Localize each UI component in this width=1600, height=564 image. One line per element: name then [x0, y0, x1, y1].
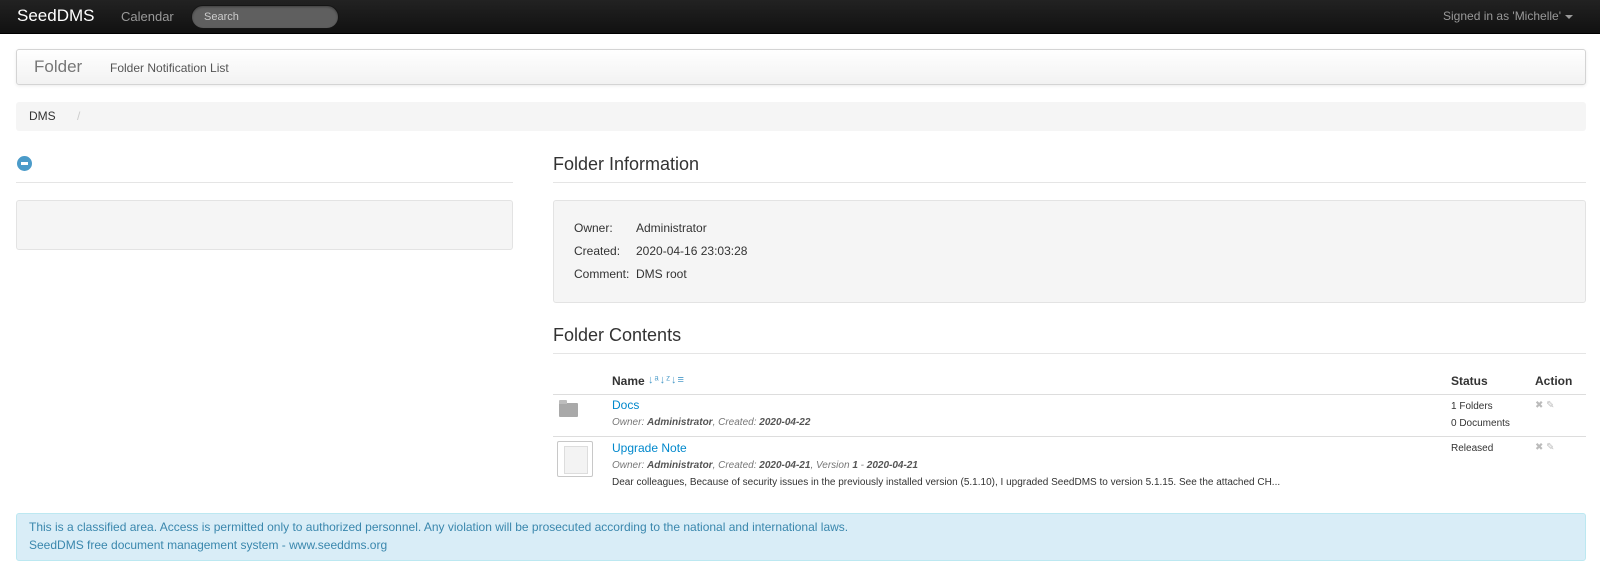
- item-meta: Owner: Administrator, Created: 2020-04-2…: [612, 417, 811, 428]
- signed-in-label: Signed in as 'Michelle': [1443, 9, 1561, 23]
- status-folders: 1 Folders: [1451, 401, 1493, 412]
- owner-label: Owner:: [574, 221, 613, 235]
- divider: [553, 182, 1586, 183]
- column-header-status: Status: [1451, 374, 1488, 388]
- top-navbar: SeedDMS Calendar Search Signed in as 'Mi…: [0, 0, 1600, 34]
- edit-icon[interactable]: ✎: [1546, 400, 1554, 411]
- search-input[interactable]: Search: [191, 5, 339, 29]
- document-comment: Dear colleagues, Because of security iss…: [612, 477, 1281, 488]
- comment-value: DMS root: [636, 267, 687, 281]
- page-title: Folder: [34, 57, 83, 76]
- created-value: 2020-04-16 23:03:28: [636, 244, 748, 258]
- folder-information-panel: Owner: Administrator Created: 2020-04-16…: [553, 200, 1586, 303]
- sort-order-icon[interactable]: ↓≡: [671, 374, 685, 386]
- row-actions: ✖ ✎: [1535, 400, 1555, 411]
- breadcrumb-separator: /: [77, 109, 81, 123]
- calendar-link[interactable]: Calendar: [121, 9, 174, 24]
- status-released: Released: [1451, 443, 1494, 454]
- caret-down-icon: [1565, 14, 1573, 19]
- document-thumbnail-icon[interactable]: [557, 441, 593, 477]
- owner-link[interactable]: Administrator: [636, 221, 707, 235]
- folder-information-title: Folder Information: [553, 154, 700, 174]
- brand-link[interactable]: SeedDMS: [17, 6, 94, 26]
- divider: [16, 182, 513, 183]
- column-header-name: Name: [612, 374, 645, 388]
- sort-controls: ↓ᵃ↓ᶻ↓≡: [648, 374, 685, 386]
- document-link-upgrade-note[interactable]: Upgrade Note: [612, 441, 687, 455]
- row-divider: [553, 394, 1586, 395]
- folder-contents-title: Folder Contents: [553, 325, 682, 345]
- sort-alpha-desc-icon[interactable]: ↓ᶻ: [660, 374, 671, 386]
- folder-notification-list-link[interactable]: Folder Notification List: [110, 61, 229, 75]
- breadcrumb: DMS /: [16, 102, 1586, 131]
- divider: [553, 353, 1586, 354]
- footer-notice: This is a classified area. Access is per…: [16, 513, 1586, 561]
- status-documents: 0 Documents: [1451, 418, 1510, 429]
- user-menu[interactable]: Signed in as 'Michelle': [1443, 9, 1573, 23]
- folder-icon[interactable]: [559, 400, 578, 417]
- comment-label: Comment:: [574, 267, 630, 281]
- created-label: Created:: [574, 244, 621, 258]
- delete-icon[interactable]: ✖: [1535, 400, 1543, 411]
- row-divider: [553, 436, 1586, 437]
- page-header: Folder Folder Notification List: [16, 49, 1586, 85]
- collapse-tree-icon[interactable]: [17, 156, 32, 171]
- folder-tree-panel: [16, 200, 513, 250]
- item-meta: Owner: Administrator, Created: 2020-04-2…: [612, 460, 918, 471]
- delete-icon[interactable]: ✖: [1535, 442, 1543, 453]
- footer-notice-text: This is a classified area. Access is per…: [29, 520, 849, 534]
- edit-icon[interactable]: ✎: [1546, 442, 1554, 453]
- breadcrumb-item-dms[interactable]: DMS: [29, 109, 56, 123]
- column-header-action: Action: [1535, 374, 1573, 388]
- folder-link-docs[interactable]: Docs: [612, 398, 639, 412]
- sort-alpha-asc-icon[interactable]: ↓ᵃ: [648, 374, 660, 386]
- row-actions: ✖ ✎: [1535, 442, 1555, 453]
- footer-credit-link[interactable]: SeedDMS free document management system …: [29, 538, 387, 552]
